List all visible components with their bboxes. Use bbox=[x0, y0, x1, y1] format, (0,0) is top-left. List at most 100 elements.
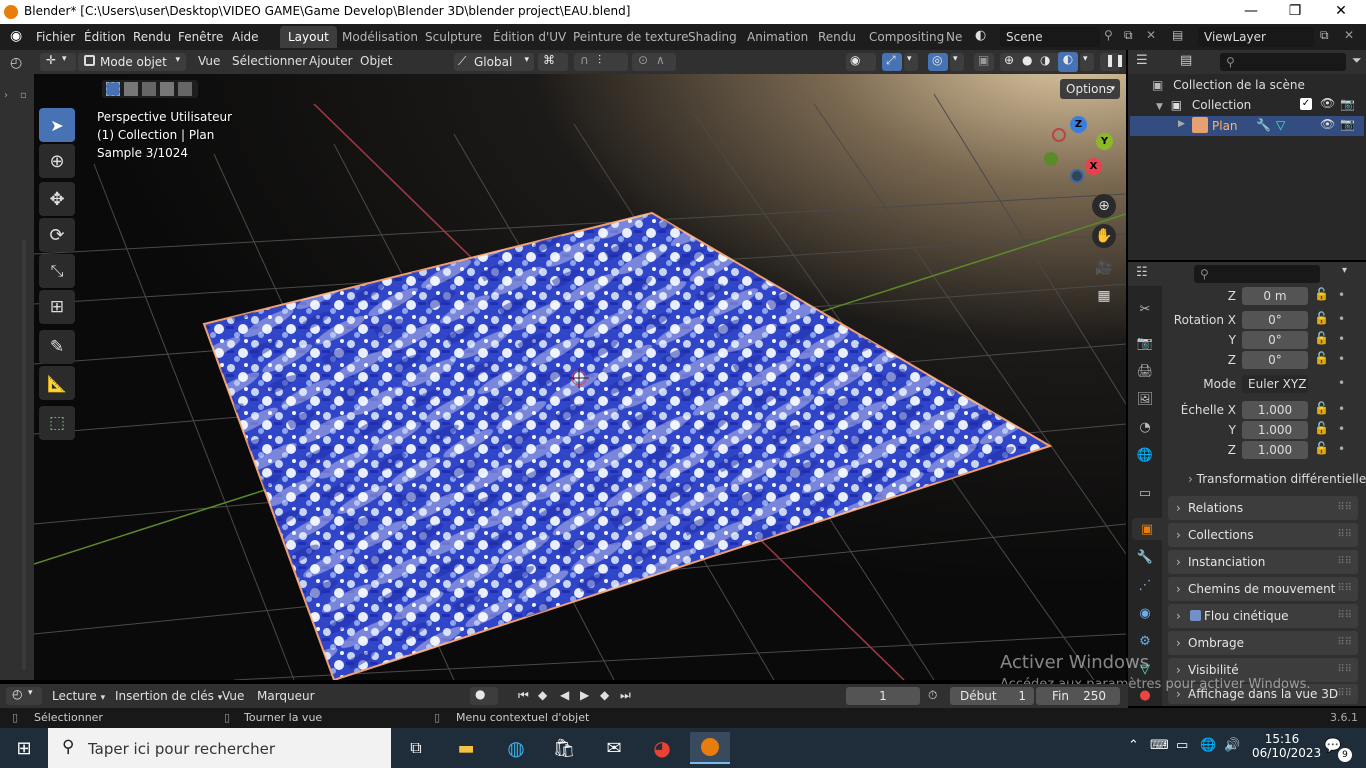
zoom-icon[interactable]: ⊕ bbox=[1092, 194, 1116, 218]
3d-viewport[interactable]: Options ▾ Perspective Utilisateur (1) Col… bbox=[34, 74, 1126, 680]
outliner-row-scene-collection[interactable]: ▣ Collection de la scène bbox=[1152, 78, 1305, 92]
tab-animation[interactable]: Animation bbox=[739, 26, 816, 48]
display-mode-icon[interactable]: ▤ bbox=[1180, 53, 1192, 68]
neg-y-axis-icon[interactable] bbox=[1044, 152, 1058, 166]
timeline-editor-button[interactable]: ◴ ▾ bbox=[6, 687, 42, 705]
end-frame-field[interactable]: Fin 250 bbox=[1036, 687, 1120, 705]
menu-fenetre[interactable]: Fenêtre bbox=[178, 30, 223, 44]
play-icon[interactable]: ▶ bbox=[580, 688, 589, 702]
panel-motion-paths[interactable]: Chemins de mouvement⠿⠿ bbox=[1168, 577, 1358, 601]
modifier-wrench-icon[interactable]: 🔧 bbox=[1256, 118, 1271, 132]
rotation-mode-dropdown[interactable]: Euler XYZ ▾ bbox=[1242, 375, 1308, 411]
options-dropdown[interactable]: Options ▾ bbox=[1060, 79, 1120, 99]
menu-marqueur[interactable]: Marqueur bbox=[257, 689, 315, 703]
select-box-tool[interactable]: ➤ bbox=[39, 108, 75, 142]
keyframe-dot-icon[interactable]: • bbox=[1338, 288, 1345, 302]
scene-field[interactable]: Scene bbox=[1000, 27, 1100, 47]
props-options-icon[interactable]: ▾ bbox=[1342, 265, 1347, 276]
lock-icon[interactable]: 🔓 bbox=[1314, 421, 1329, 435]
menu-objet[interactable]: Objet bbox=[360, 54, 392, 68]
properties-editor-icon[interactable]: ☷ bbox=[1136, 265, 1148, 280]
viewlayer-field[interactable]: ViewLayer bbox=[1198, 27, 1314, 47]
task-view-icon[interactable]: ⧉ bbox=[396, 732, 436, 764]
panel-shading[interactable]: Ombrage⠿⠿ bbox=[1168, 631, 1358, 655]
rotation-x-field[interactable]: 0° bbox=[1242, 311, 1308, 329]
select-subtract-icon[interactable] bbox=[142, 82, 156, 96]
menu-edition[interactable]: Édition bbox=[84, 30, 126, 44]
tab-more[interactable]: Ne bbox=[942, 26, 966, 48]
lock-icon[interactable]: 🔓 bbox=[1314, 351, 1329, 365]
scale-z-field[interactable]: 1.000 bbox=[1242, 441, 1308, 459]
tab-sculpture[interactable]: Sculpture bbox=[417, 26, 490, 48]
jump-start-icon[interactable]: ⏮ bbox=[518, 688, 529, 703]
expand-arrow-icon[interactable]: ▼ bbox=[1156, 102, 1163, 112]
snap-toggle[interactable]: ∩ ⫶ bbox=[574, 53, 628, 71]
eye-icon[interactable]: 👁 bbox=[1320, 96, 1335, 110]
material-shading-icon[interactable]: ◑ bbox=[1040, 53, 1050, 67]
menu-ajouter[interactable]: Ajouter bbox=[309, 54, 353, 68]
z-axis-button[interactable]: Z bbox=[1070, 116, 1087, 133]
pin-icon[interactable]: ⚲ bbox=[1104, 28, 1113, 42]
edge-browser-icon[interactable]: ◍ bbox=[496, 732, 536, 764]
menu-aide[interactable]: Aide bbox=[232, 30, 259, 44]
scale-tool[interactable]: ⤡ bbox=[39, 254, 75, 288]
rotation-y-field[interactable]: 0° bbox=[1242, 331, 1308, 349]
motion-blur-checkbox[interactable] bbox=[1190, 610, 1201, 621]
small-icon[interactable]: ▫ bbox=[20, 90, 27, 101]
close-window-button[interactable]: ✕ bbox=[1318, 0, 1364, 24]
editor-type-icon[interactable]: ◴ bbox=[10, 55, 22, 71]
lock-icon[interactable]: 🔓 bbox=[1314, 311, 1329, 325]
menu-lecture[interactable]: Lecture ▾ bbox=[52, 689, 105, 703]
keyframe-dot-icon[interactable]: • bbox=[1338, 422, 1345, 436]
menu-insertion-cles[interactable]: Insertion de clés ▾ bbox=[115, 689, 222, 703]
delete-viewlayer-icon[interactable]: ✕ bbox=[1344, 28, 1354, 42]
tab-shading[interactable]: Shading bbox=[680, 26, 745, 48]
gizmo-toggle[interactable]: ⤢ bbox=[882, 53, 902, 71]
lock-icon[interactable]: 🔓 bbox=[1314, 331, 1329, 345]
select-intersect-icon[interactable] bbox=[178, 82, 192, 96]
panel-relations[interactable]: Relations⠿⠿ bbox=[1168, 496, 1358, 520]
move-tool[interactable]: ✥ bbox=[39, 182, 75, 216]
rotation-z-field[interactable]: 0° bbox=[1242, 351, 1308, 369]
camera-view-icon[interactable]: 🎥 bbox=[1092, 256, 1116, 280]
select-invert-icon[interactable] bbox=[160, 82, 174, 96]
play-reverse-icon[interactable]: ◀ bbox=[560, 688, 569, 702]
lock-icon[interactable]: 🔓 bbox=[1314, 401, 1329, 415]
rotate-tool[interactable]: ⟳ bbox=[39, 218, 75, 252]
tray-device-icon[interactable]: ⌨ bbox=[1150, 738, 1169, 753]
tab-rendu[interactable]: Rendu bbox=[810, 26, 864, 48]
new-scene-icon[interactable]: ⧉ bbox=[1124, 28, 1133, 43]
toolbar-scrollbar[interactable] bbox=[22, 240, 26, 670]
rendered-shading-icon[interactable]: ◐ bbox=[1058, 52, 1078, 72]
chrome-icon[interactable]: ◕ bbox=[642, 732, 682, 764]
start-frame-field[interactable]: Début 1 bbox=[950, 687, 1034, 705]
lock-icon[interactable]: 🔓 bbox=[1314, 441, 1329, 455]
filter-icon[interactable]: ⏷ bbox=[1352, 53, 1362, 68]
battery-icon[interactable]: ▭ bbox=[1176, 738, 1188, 753]
orientation-dropdown[interactable]: ⟋ Global ▾ bbox=[454, 53, 534, 71]
proportional-edit[interactable]: ⊙ ∧ bbox=[632, 53, 676, 71]
plan-camera-icon[interactable]: 📷 bbox=[1340, 117, 1355, 131]
jump-keyframe-next-icon[interactable]: ◆ bbox=[600, 688, 609, 702]
restore-button[interactable]: ❐ bbox=[1272, 0, 1318, 24]
pan-hand-icon[interactable]: ✋ bbox=[1092, 224, 1116, 248]
keyframe-dot-icon[interactable]: • bbox=[1338, 442, 1345, 456]
new-viewlayer-icon[interactable]: ⧉ bbox=[1320, 28, 1329, 43]
panel-collections[interactable]: Collections⠿⠿ bbox=[1168, 523, 1358, 547]
tab-modelisation[interactable]: Modélisation bbox=[334, 26, 426, 48]
gizmo-dropdown[interactable]: ▾ bbox=[904, 53, 918, 71]
x-axis-button[interactable]: X bbox=[1085, 158, 1102, 175]
shading-modes[interactable]: ⊕ ● ◑ ◐ bbox=[1000, 52, 1078, 72]
xray-toggle[interactable]: ▣ bbox=[974, 53, 994, 71]
solid-shading-icon[interactable]: ● bbox=[1022, 53, 1032, 67]
perspective-toggle-icon[interactable]: ▦ bbox=[1092, 284, 1116, 308]
overlays-dropdown[interactable]: ▾ bbox=[950, 53, 964, 71]
shading-dropdown[interactable]: ▾ bbox=[1080, 53, 1094, 71]
select-new-icon[interactable] bbox=[106, 82, 120, 96]
pause-render-button[interactable]: ❚❚ bbox=[1100, 53, 1125, 71]
jump-keyframe-prev-icon[interactable]: ◆ bbox=[538, 688, 547, 702]
mode-dropdown[interactable]: Mode objet ▾ bbox=[78, 53, 186, 71]
menu-rendu[interactable]: Rendu bbox=[133, 30, 171, 44]
tab-layout[interactable]: Layout bbox=[280, 26, 337, 48]
scale-y-field[interactable]: 1.000 bbox=[1242, 421, 1308, 439]
